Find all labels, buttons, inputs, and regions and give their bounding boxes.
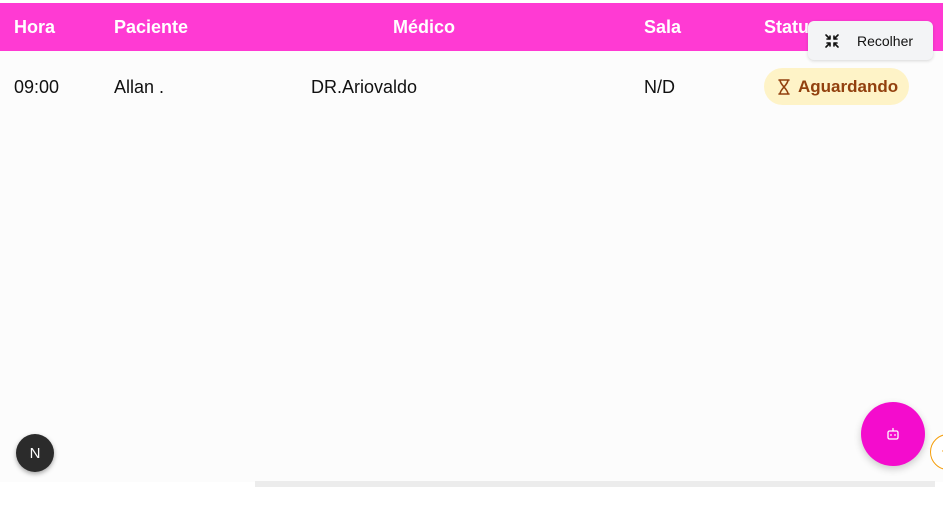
- table-header: Hora Paciente Médico Sala Statu: [0, 3, 943, 51]
- collapse-button-label: Recolher: [857, 32, 914, 49]
- schedule-table: Hora Paciente Médico Sala Statu 09:00 Al…: [0, 3, 943, 482]
- robot-icon: [887, 427, 899, 440]
- next-dev-indicator[interactable]: N: [16, 434, 54, 472]
- header-sala[interactable]: Sala: [644, 17, 681, 37]
- scroll-top-button[interactable]: [930, 434, 943, 470]
- arrow-up-icon: [942, 449, 943, 452]
- status-badge: Aguardando: [764, 68, 909, 105]
- header-status[interactable]: Statu: [764, 17, 809, 37]
- hourglass-icon: [778, 78, 790, 95]
- header-hora[interactable]: Hora: [14, 17, 55, 37]
- next-badge-label: N: [29, 444, 41, 462]
- chatbot-button[interactable]: [861, 402, 925, 466]
- horizontal-scrollbar[interactable]: [255, 481, 935, 487]
- collapse-button[interactable]: Recolher: [808, 21, 933, 60]
- cell-hora: 09:00: [14, 77, 60, 97]
- cell-paciente: Allan .: [114, 77, 165, 97]
- collapse-arrows-icon: [825, 33, 839, 48]
- cell-medico: DR.Ariovaldo: [311, 77, 418, 97]
- cell-sala: N/D: [644, 77, 675, 97]
- header-medico[interactable]: Médico: [393, 17, 455, 37]
- status-label: Aguardando: [798, 76, 899, 96]
- header-paciente[interactable]: Paciente: [114, 17, 188, 37]
